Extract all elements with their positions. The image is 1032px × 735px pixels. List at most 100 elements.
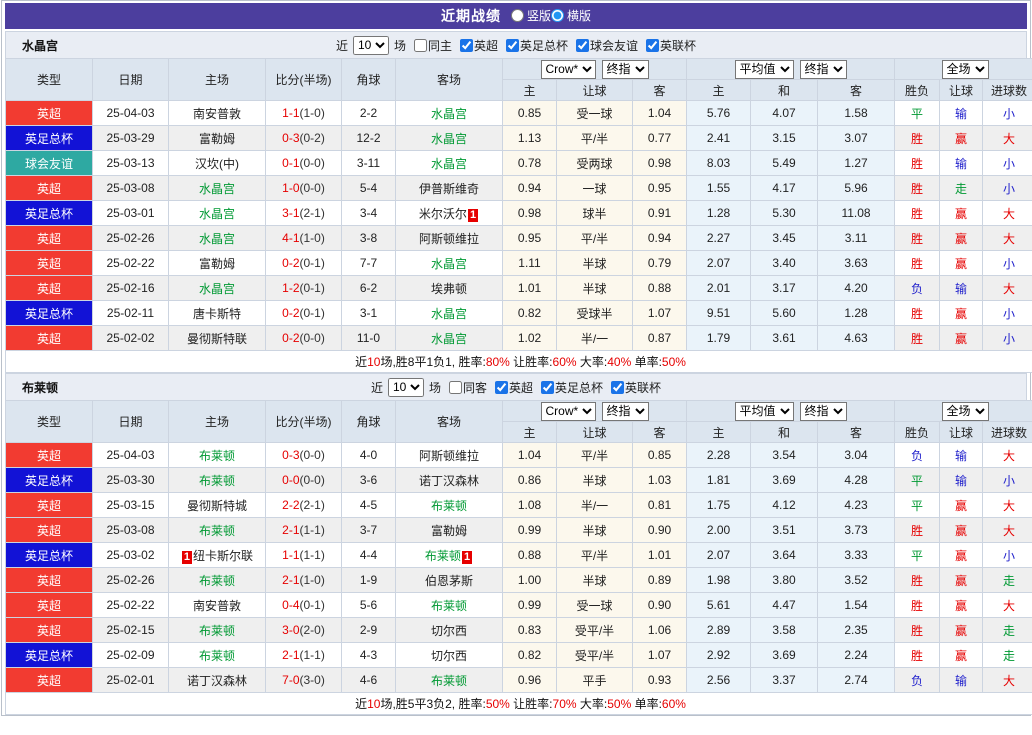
match-row: 英超 25-03-08 布莱顿 2-1(1-1) 3-7 富勒姆 0.99 半球 0.90 2.0…	[5, 517, 1032, 543]
summary-label: 大率:	[576, 355, 608, 369]
result-outcome: 胜	[894, 125, 941, 151]
league-filter-checkbox-label[interactable]: 英超	[489, 379, 533, 396]
league-filter-checkbox[interactable]	[495, 380, 508, 394]
odds-provider-select[interactable]: Crow*	[540, 59, 596, 79]
match-count-select[interactable]: 10	[387, 377, 424, 397]
avg-home-odds: 2.27	[686, 225, 752, 251]
league-filter-checkbox[interactable]	[541, 380, 555, 394]
away-team-name: 富勒姆	[430, 523, 467, 538]
league-filter-checkbox[interactable]	[611, 380, 625, 394]
league-filter-checkbox[interactable]	[646, 38, 660, 52]
home-team-cell: 1 纽卡斯尔联	[168, 542, 266, 568]
corner-cell: 7-7	[341, 250, 396, 276]
league-filter-checkbox-label[interactable]: 英联杯	[640, 37, 696, 54]
same-venue-checkbox-label[interactable]: 同主	[408, 37, 452, 54]
odds-provider-select[interactable]: Crow*	[540, 401, 596, 421]
result-goals: 小	[982, 250, 1032, 276]
league-filter-checkbox[interactable]	[506, 38, 519, 52]
result-handicap: 输	[939, 667, 984, 693]
league-filter-checkbox-label[interactable]: 球会友谊	[570, 37, 638, 54]
handicap-home-odds: 1.13	[502, 125, 557, 151]
league-filter-label: 英足总杯	[555, 380, 604, 395]
avg-draw-odds: 3.69	[750, 642, 819, 668]
col-header-0: 类型	[5, 400, 93, 443]
layout-radio-horizontal[interactable]: 横版	[551, 7, 591, 24]
league-filter-checkbox-label[interactable]: 英足总杯	[500, 37, 568, 54]
halftime-score: (0-1)	[299, 306, 325, 320]
handicap-home-odds: 0.95	[502, 225, 557, 251]
home-team-name: 水晶宫	[198, 181, 235, 196]
away-team-cell: 伊普斯维奇	[395, 175, 503, 201]
match-date-cell: 25-02-09	[92, 642, 169, 668]
handicap-away-odds: 0.81	[631, 492, 688, 518]
average-select[interactable]: 平均值	[734, 59, 794, 79]
result-goals: 小	[982, 542, 1032, 568]
away-team-cell: 布莱顿	[395, 667, 503, 693]
col-header-5: 客场	[395, 400, 503, 443]
avg-draw-odds: 4.17	[750, 175, 819, 201]
col-header-4: 角球	[341, 58, 396, 101]
league-filter-checkbox[interactable]	[576, 38, 590, 52]
league-type-cell: 英足总杯	[5, 125, 93, 151]
result-outcome: 胜	[894, 250, 941, 276]
scope-select[interactable]: 全场	[941, 401, 989, 421]
home-team-cell: 水晶宫	[168, 200, 266, 226]
summary-label: 单率:	[631, 355, 662, 369]
match-count-select[interactable]: 10	[352, 35, 389, 55]
league-filter-label: 英超	[473, 38, 498, 53]
red-card-badge: 1	[461, 550, 473, 564]
match-row: 英足总杯 25-03-30 布莱顿 0-0(0-0) 3-6 诺丁汉森林 0.86 半球 1.0…	[5, 467, 1032, 493]
handicap-home-odds: 0.99	[502, 592, 557, 618]
scope-header: 全场	[894, 58, 1032, 80]
match-date-cell: 25-02-15	[92, 617, 169, 643]
handicap-home-odds: 0.78	[502, 150, 557, 176]
away-team-name: 诺丁汉森林	[418, 473, 479, 488]
league-type-cell: 英超	[5, 100, 93, 126]
home-team-cell: 布莱顿	[168, 617, 266, 643]
score-cell: 0-4(0-1)	[265, 592, 342, 618]
same-venue-checkbox-label[interactable]: 同客	[443, 379, 487, 396]
away-team-cell: 布莱顿	[395, 492, 503, 518]
average-select[interactable]: 平均值	[734, 401, 794, 421]
same-venue-checkbox[interactable]	[413, 38, 427, 52]
avg-draw-odds: 3.58	[750, 617, 819, 643]
home-team-cell: 曼彻斯特联	[168, 325, 266, 351]
odds-stage-select[interactable]: 终指	[601, 59, 649, 79]
home-team-name: 汉坎(中)	[195, 156, 239, 171]
result-handicap: 走	[939, 175, 984, 201]
avg-home-odds: 1.55	[686, 175, 752, 201]
result-handicap: 输	[939, 467, 984, 493]
match-row: 英超 25-02-22 南安普敦 0-4(0-1) 5-6 布莱顿 0.99 受一球 0.90 5…	[5, 592, 1032, 618]
layout-radio-vertical[interactable]: 竖版	[510, 7, 551, 24]
layout-radio-input[interactable]	[510, 9, 524, 22]
home-team-cell: 布莱顿	[168, 567, 266, 593]
odds-subcol-header: 客	[631, 79, 688, 101]
result-goals: 大	[982, 492, 1032, 518]
layout-radio-input[interactable]	[551, 9, 564, 22]
league-filter-checkbox-label[interactable]: 英超	[454, 37, 498, 54]
avg-away-odds: 1.58	[817, 100, 896, 126]
odds-stage-select[interactable]: 终指	[601, 401, 649, 421]
filter-suffix-label: 场	[393, 38, 406, 53]
handicap-line: 半球	[556, 567, 633, 593]
handicap-home-odds: 1.02	[502, 325, 557, 351]
result-handicap: 输	[939, 150, 984, 176]
league-filter-checkbox[interactable]	[459, 38, 473, 52]
scope-select[interactable]: 全场	[941, 59, 989, 79]
league-filter-checkbox-label[interactable]: 英联杯	[605, 379, 661, 396]
col-header-1: 日期	[92, 400, 169, 443]
result-handicap: 赢	[939, 125, 984, 151]
league-filter-checkbox-label[interactable]: 英足总杯	[535, 379, 603, 396]
away-team-cell: 水晶宫	[395, 100, 503, 126]
home-team-name: 曼彻斯特城	[186, 498, 247, 513]
result-handicap: 赢	[939, 250, 984, 276]
avg-draw-odds: 3.69	[750, 467, 819, 493]
result-goals: 大	[982, 125, 1032, 151]
same-venue-checkbox[interactable]	[448, 380, 462, 394]
halftime-score: (0-2)	[299, 131, 325, 145]
summary-value: 60%	[552, 355, 577, 369]
corner-cell: 11-0	[341, 325, 396, 351]
average-stage-select[interactable]: 终指	[799, 59, 847, 79]
average-stage-select[interactable]: 终指	[799, 401, 847, 421]
team-filter-bar: 水晶宫 近 10 场 同主 英超 英足总杯 球会友谊 英联杯	[5, 31, 1027, 58]
